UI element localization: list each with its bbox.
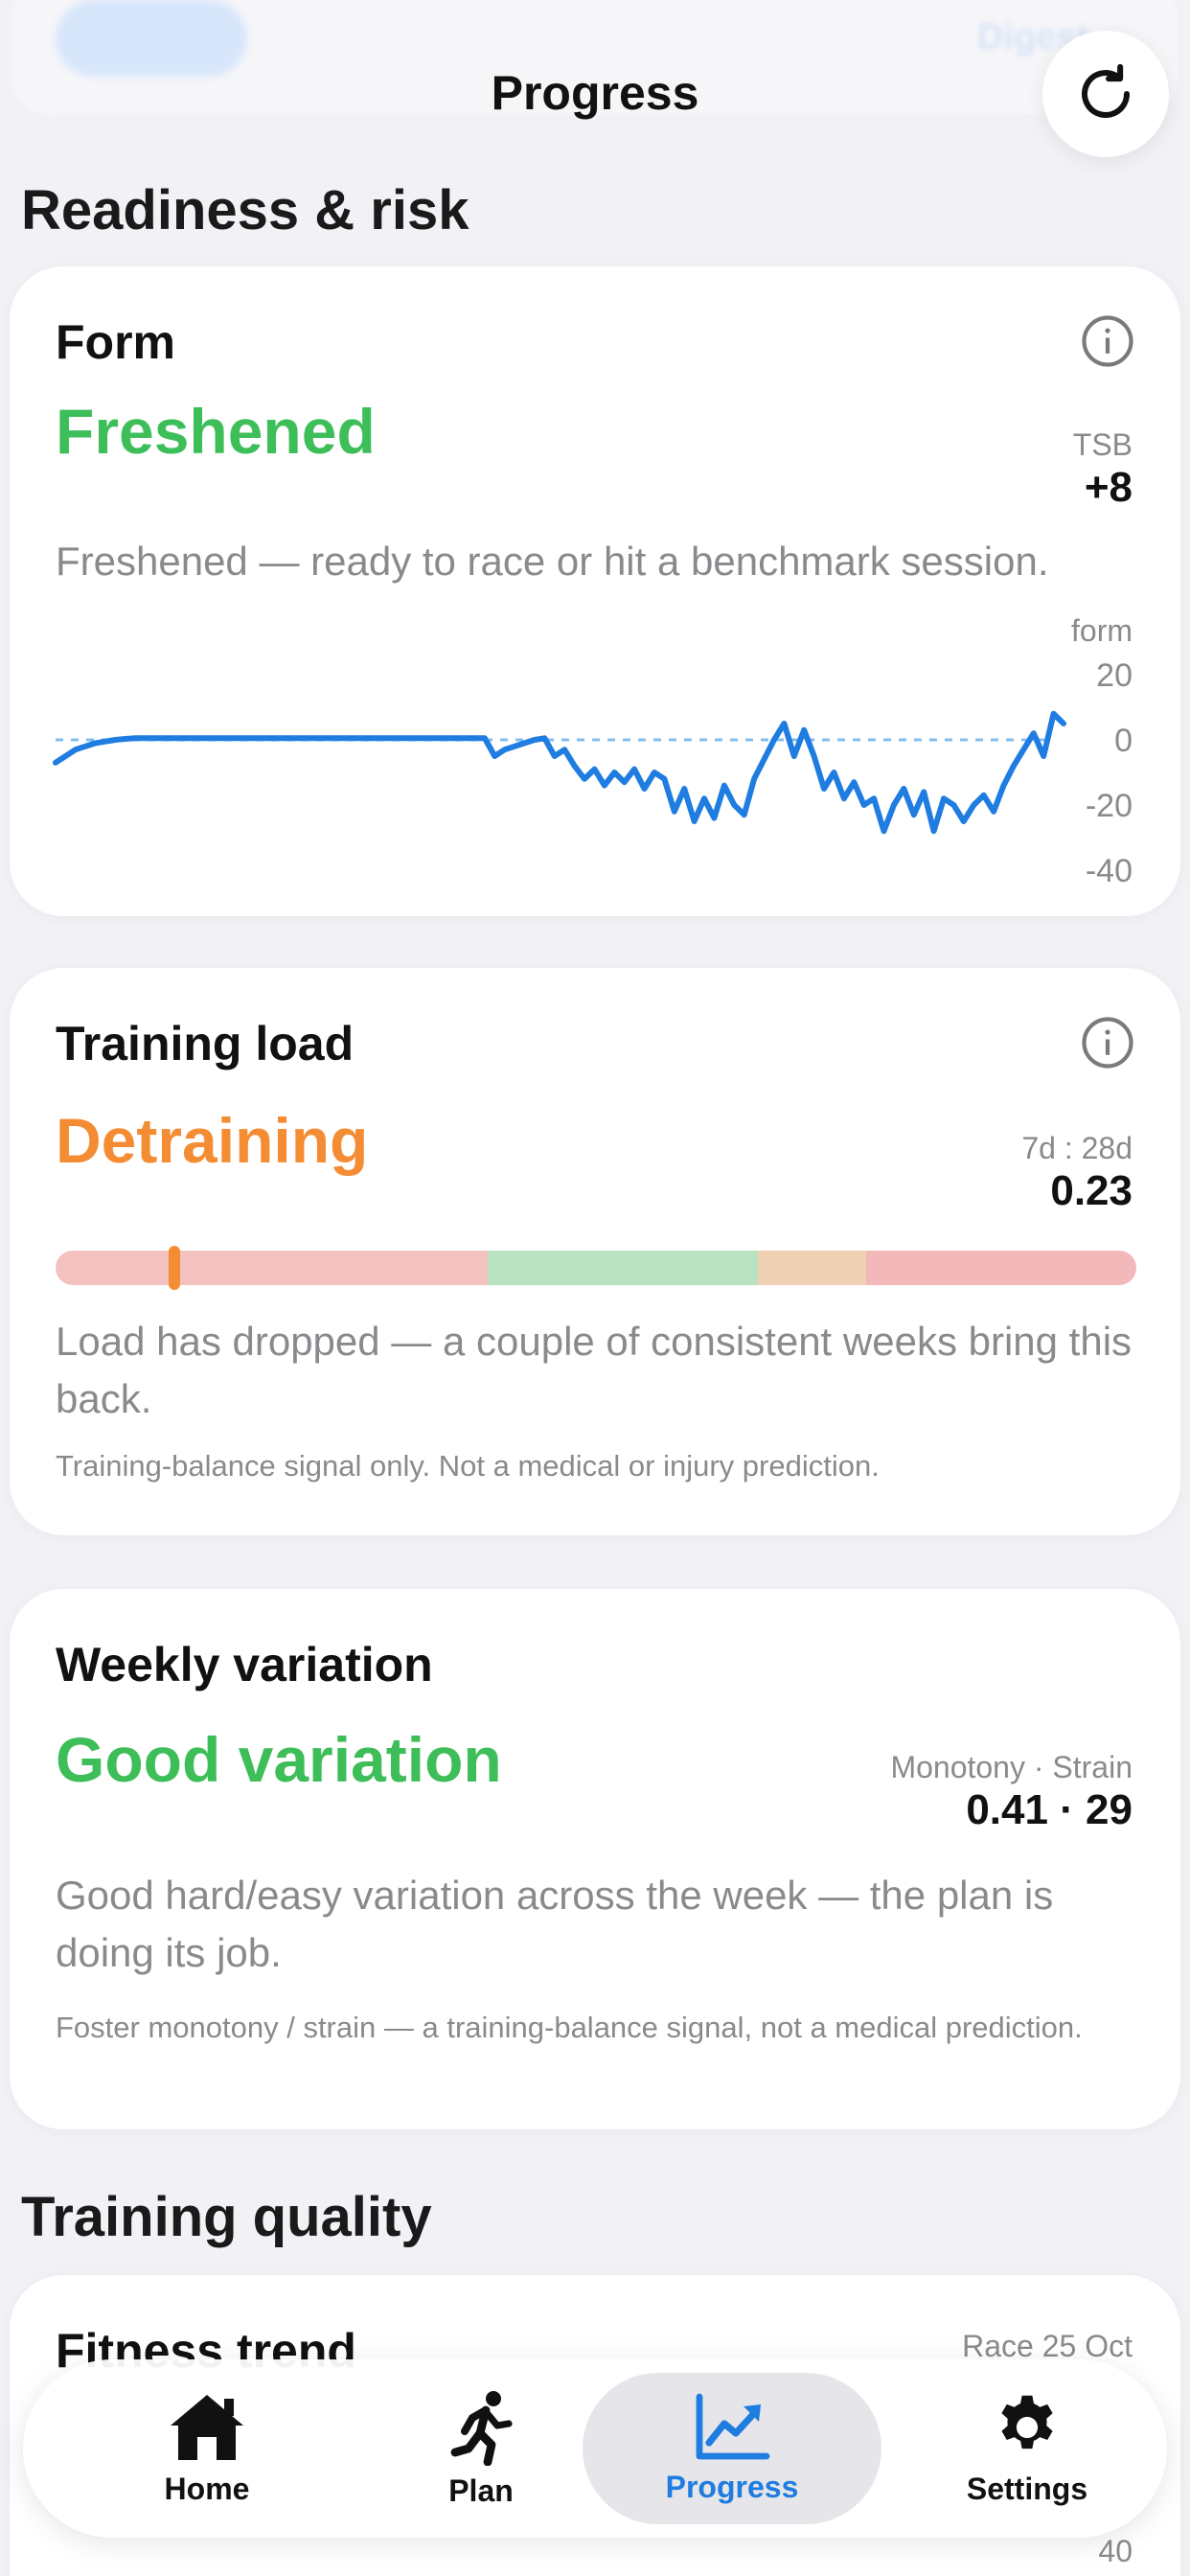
load-zone-segment	[865, 1251, 1136, 1285]
page-title: Progress	[491, 66, 699, 120]
form-series-line	[53, 710, 1066, 835]
ratio-label: 7d : 28d	[1021, 1131, 1133, 1165]
load-disclaimer: Training-balance signal only. Not a medi…	[56, 1449, 880, 1483]
load-ratio-bar	[56, 1251, 1136, 1285]
section-title-quality: Training quality	[21, 2186, 432, 2248]
y-tick-label: -40	[1086, 853, 1133, 889]
load-status: Detraining	[56, 1105, 369, 1176]
ratio-value: 0.23	[1050, 1167, 1133, 1214]
load-zone-segment	[56, 1251, 489, 1285]
tab-progress[interactable]: Progress	[583, 2373, 881, 2524]
load-zone-segment	[758, 1251, 866, 1285]
refresh-icon	[1081, 63, 1131, 119]
y-tick-label: -20	[1086, 788, 1133, 824]
monotony-strain-value: 0.41 · 29	[966, 1786, 1133, 1833]
tab-plan[interactable]: Plan	[337, 2373, 625, 2524]
section-title-readiness: Readiness & risk	[21, 179, 469, 242]
training-load-card[interactable]: Training load Detraining 7d : 28d 0.23 L…	[10, 968, 1180, 1535]
info-icon[interactable]	[1081, 1016, 1134, 1070]
tab-label-plan: Plan	[448, 2472, 514, 2508]
variation-disclaimer: Foster monotony / strain — a training-ba…	[56, 2011, 1083, 2044]
weekly-variation-card[interactable]: Weekly variation Good variation Monotony…	[10, 1589, 1180, 2129]
variation-description: Good hard/easy variation across the week…	[56, 1873, 1054, 1975]
gear-icon	[1001, 2395, 1053, 2449]
load-zone-segment	[488, 1251, 759, 1285]
tab-settings[interactable]: Settings	[883, 2373, 1171, 2524]
form-card[interactable]: Form Freshened TSB +8 Freshened — ready …	[10, 266, 1180, 916]
tab-label-home: Home	[164, 2471, 250, 2506]
form-chart: form 20 0 -20 -40	[53, 613, 1133, 889]
chart-axis-label: form	[1071, 613, 1133, 648]
tab-label-progress: Progress	[665, 2469, 799, 2504]
variation-card-title: Weekly variation	[56, 1638, 433, 1691]
load-description: Load has dropped — a couple of consisten…	[56, 1319, 1133, 1421]
monotony-strain-label: Monotony · Strain	[890, 1750, 1133, 1784]
y-tick-label: 20	[1096, 657, 1133, 694]
fitness-tick-label: 40	[1098, 2534, 1133, 2568]
variation-status: Good variation	[56, 1724, 502, 1795]
house-icon	[171, 2394, 243, 2460]
load-card-title: Training load	[56, 1017, 355, 1070]
y-tick-label: 0	[1114, 723, 1133, 759]
runner-icon	[450, 2390, 513, 2466]
refresh-button[interactable]	[1042, 31, 1169, 157]
chart-trend-icon	[696, 2393, 770, 2459]
load-ratio-marker	[169, 1246, 181, 1290]
tab-bar: Home Plan Progress Settings	[23, 2359, 1167, 2538]
tab-home[interactable]: Home	[63, 2373, 351, 2524]
tab-label-settings: Settings	[966, 2471, 1088, 2506]
